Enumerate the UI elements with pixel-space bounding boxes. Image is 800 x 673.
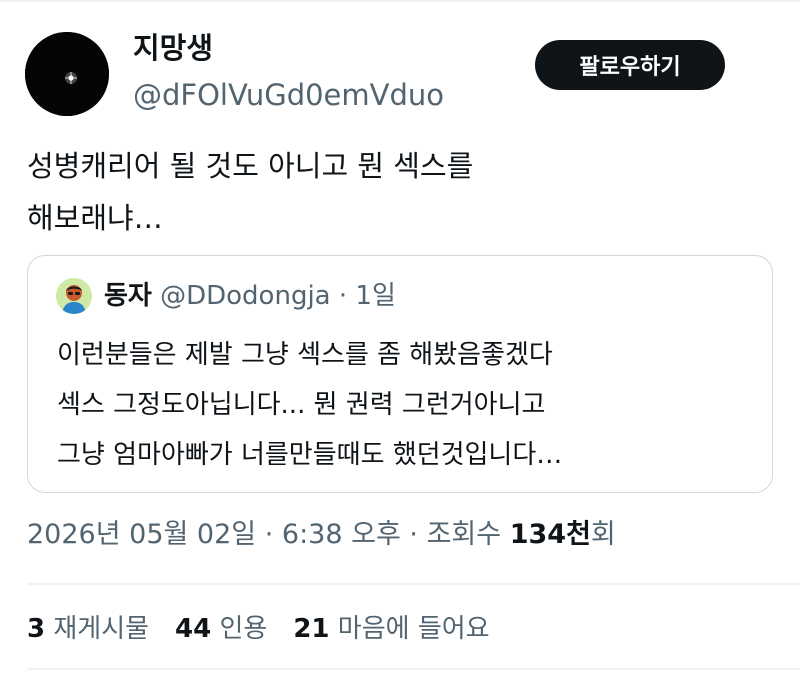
likes-label: 마음에 들어요	[337, 614, 490, 644]
views-suffix: 회	[590, 519, 616, 550]
quoted-line: 그냥 엄마아빠가 너를만들때도 했던것입니다…	[57, 440, 563, 470]
tweet-text: 성병캐리어 될 것도 아니고 뭔 섹스를 해보래냐…	[27, 140, 747, 244]
reposts-label: 재게시물	[53, 614, 150, 644]
quoted-line: 이런분들은 제발 그냥 섹스를 좀 해봤음좋겠다	[57, 340, 553, 370]
tweet-meta: 2026년 05월 02일 · 6:38 오후 · 조회수 134천회	[27, 515, 616, 555]
meta-separator: ·	[409, 519, 418, 550]
views-count[interactable]: 134천	[510, 519, 591, 550]
quoted-timestamp[interactable]: 1일	[355, 281, 395, 311]
person-avatar-icon	[56, 278, 92, 314]
tweet-line: 성병캐리어 될 것도 아니고 뭔 섹스를	[27, 149, 474, 183]
top-divider	[0, 0, 800, 2]
stats-divider-top	[27, 583, 800, 585]
stats-divider-bottom	[27, 668, 800, 670]
quoted-separator: ·	[338, 281, 348, 311]
starry-night-avatar-icon	[25, 32, 109, 116]
quoted-author-avatar[interactable]	[56, 278, 92, 314]
tweet-line: 해보래냐…	[27, 201, 163, 235]
views-label: 조회수	[426, 519, 502, 550]
reposts-stat[interactable]: 3 재게시물	[27, 614, 149, 644]
tweet-time[interactable]: 6:38 오후	[282, 519, 401, 550]
meta-separator: ·	[264, 519, 274, 550]
quoted-author-handle[interactable]: @DDodongja	[160, 281, 331, 311]
quotes-count: 44	[175, 614, 212, 644]
engagement-stats: 3 재게시물 44 인용 21 마음에 들어요	[27, 609, 490, 649]
quotes-stat[interactable]: 44 인용	[175, 614, 267, 644]
quoted-tweet-text: 이런분들은 제발 그냥 섹스를 좀 해봤음좋겠다 섹스 그정도아닙니다... 뭔…	[57, 330, 562, 480]
author-handle[interactable]: @dFOlVuGd0emVduo	[133, 77, 444, 113]
reposts-count: 3	[27, 614, 46, 644]
author-avatar[interactable]	[25, 32, 109, 116]
author-name[interactable]: 지망생	[133, 30, 213, 66]
tweet-date[interactable]: 2026년 05월 02일	[27, 519, 256, 550]
likes-count: 21	[293, 614, 330, 644]
likes-stat[interactable]: 21 마음에 들어요	[293, 614, 489, 644]
quotes-label: 인용	[219, 614, 268, 644]
quoted-line: 섹스 그정도아닙니다... 뭔 권력 그런거아니고	[57, 390, 546, 420]
quoted-tweet-header: 동자 @DDodongja · 1일	[104, 278, 396, 314]
follow-button[interactable]: 팔로우하기	[535, 40, 725, 90]
quoted-author-name[interactable]: 동자	[104, 281, 152, 311]
